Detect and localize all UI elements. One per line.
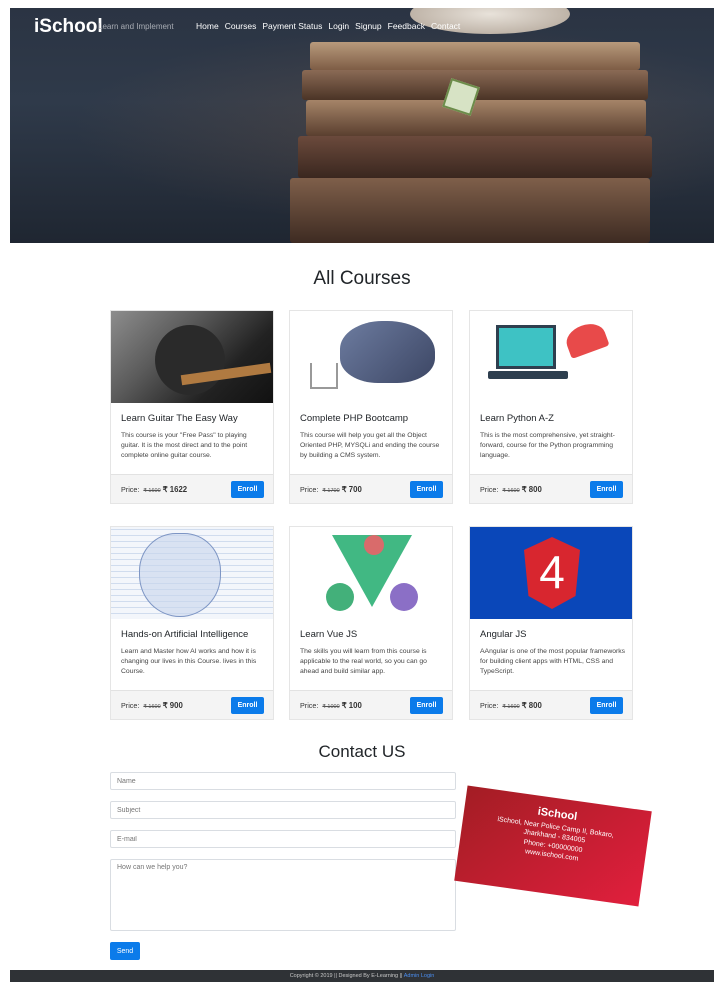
new-price: ₹ 800 xyxy=(521,701,542,710)
enroll-button[interactable]: Enroll xyxy=(590,481,623,498)
course-title[interactable]: Hands-on Artificial Intelligence xyxy=(121,629,248,640)
angular-version-number: 4 xyxy=(539,546,565,598)
nav-feedback[interactable]: Feedback xyxy=(388,21,425,31)
course-image-python[interactable] xyxy=(470,311,632,403)
course-title[interactable]: Complete PHP Bootcamp xyxy=(300,413,408,424)
old-price: ₹ 1600 xyxy=(502,488,520,494)
course-card[interactable]: Complete PHP Bootcamp This course will h… xyxy=(289,310,453,504)
course-image-ai[interactable] xyxy=(111,527,273,619)
send-button[interactable]: Send xyxy=(110,942,140,960)
old-price: ₹ 1600 xyxy=(143,704,161,710)
nav-login[interactable]: Login xyxy=(328,21,349,31)
main-nav: Home Courses Payment Status Login Signup… xyxy=(196,21,460,31)
new-price: ₹ 900 xyxy=(162,701,183,710)
price-label: Price: xyxy=(300,485,319,494)
brand-tagline: Learn and Implement xyxy=(98,22,174,31)
course-title[interactable]: Learn Vue JS xyxy=(300,629,357,640)
nav-payment-status[interactable]: Payment Status xyxy=(262,21,322,31)
enroll-button[interactable]: Enroll xyxy=(410,697,443,714)
vue-dot-shape xyxy=(364,535,384,555)
course-title[interactable]: Angular JS xyxy=(480,629,526,640)
course-description: This course is your "Free Pass" to playi… xyxy=(121,432,248,459)
course-footer: Price: ₹ 1700 ₹ 700 Enroll xyxy=(290,474,452,503)
course-image-guitar[interactable] xyxy=(111,311,273,403)
lamp-shape xyxy=(562,319,610,359)
course-description: This course will help you get all the Ob… xyxy=(300,432,440,459)
old-price: ₹ 1600 xyxy=(502,704,520,710)
name-input[interactable] xyxy=(110,772,456,790)
php-elephant-shape xyxy=(340,321,435,383)
hero-book xyxy=(290,178,650,243)
course-description: This is the most comprehensive, yet stra… xyxy=(480,432,615,459)
enroll-button[interactable]: Enroll xyxy=(590,697,623,714)
hero-book xyxy=(306,100,646,136)
course-description: The skills you will learn from this cour… xyxy=(300,648,427,675)
course-card[interactable]: Learn Python A-Z This is the most compre… xyxy=(469,310,633,504)
admin-login-link[interactable]: Admin Login xyxy=(404,973,435,979)
nav-home[interactable]: Home xyxy=(196,21,219,31)
course-card[interactable]: Hands-on Artificial Intelligence Learn a… xyxy=(110,526,274,720)
course-price: Price: ₹ 1700 ₹ 700 xyxy=(300,485,362,494)
price-label: Price: xyxy=(480,485,499,494)
hero-book xyxy=(310,42,640,70)
new-price: ₹ 800 xyxy=(521,485,542,494)
nav-courses[interactable]: Courses xyxy=(225,21,257,31)
enroll-button[interactable]: Enroll xyxy=(231,481,264,498)
course-price: Price: ₹ 1600 ₹ 800 xyxy=(480,701,542,710)
price-label: Price: xyxy=(480,701,499,710)
nav-signup[interactable]: Signup xyxy=(355,21,381,31)
course-card[interactable]: Learn Guitar The Easy Way This course is… xyxy=(110,310,274,504)
course-footer: Price: ₹ 1600 ₹ 1622 Enroll xyxy=(111,474,273,503)
price-label: Price: xyxy=(121,701,140,710)
course-title[interactable]: Learn Python A-Z xyxy=(480,413,554,424)
enroll-button[interactable]: Enroll xyxy=(231,697,264,714)
course-price: Price: ₹ 1600 ₹ 800 xyxy=(480,485,542,494)
laptop-shape xyxy=(496,325,556,369)
footer-copyright: Copyright © 2019 || Designed By E-Learni… xyxy=(289,973,403,979)
contact-heading: Contact US xyxy=(318,742,406,761)
course-description: AAngular is one of the most popular fram… xyxy=(480,648,626,675)
course-price: Price: ₹ 1000 ₹ 100 xyxy=(300,701,362,710)
guitar-body-shape xyxy=(155,325,225,395)
course-image-vue[interactable] xyxy=(290,527,452,619)
course-price: Price: ₹ 1600 ₹ 900 xyxy=(121,701,183,710)
enroll-button[interactable]: Enroll xyxy=(410,481,443,498)
course-title[interactable]: Learn Guitar The Easy Way xyxy=(121,413,238,424)
brand-logo[interactable]: iSchool xyxy=(34,16,103,38)
ai-face-shape xyxy=(139,533,221,617)
hero-book xyxy=(298,136,652,178)
course-price: Price: ₹ 1600 ₹ 1622 xyxy=(121,485,187,494)
old-price: ₹ 1700 xyxy=(322,488,340,494)
laptop-base-shape xyxy=(488,371,568,379)
course-card[interactable]: Learn Vue JS The skills you will learn f… xyxy=(289,526,453,720)
vue-dot-shape xyxy=(390,583,418,611)
email-input[interactable] xyxy=(110,830,456,848)
course-footer: Price: ₹ 1600 ₹ 900 Enroll xyxy=(111,690,273,719)
old-price: ₹ 1000 xyxy=(322,704,340,710)
course-image-php[interactable] xyxy=(290,311,452,403)
business-card: iSchool iSchool, Near Police Camp II, Bo… xyxy=(454,785,652,907)
new-price: ₹ 700 xyxy=(341,485,362,494)
price-label: Price: xyxy=(121,485,140,494)
course-description: Learn and Master how AI works and how it… xyxy=(121,648,257,675)
new-price: ₹ 1622 xyxy=(162,485,188,494)
courses-heading: All Courses xyxy=(313,268,411,289)
price-label: Price: xyxy=(300,701,319,710)
new-price: ₹ 100 xyxy=(341,701,362,710)
message-textarea[interactable] xyxy=(110,859,456,931)
php-cart-shape xyxy=(310,363,338,389)
subject-input[interactable] xyxy=(110,801,456,819)
course-footer: Price: ₹ 1600 ₹ 800 Enroll xyxy=(470,690,632,719)
course-footer: Price: ₹ 1600 ₹ 800 Enroll xyxy=(470,474,632,503)
course-image-angular[interactable]: 4 xyxy=(470,527,632,619)
old-price: ₹ 1600 xyxy=(143,488,161,494)
nav-contact[interactable]: Contact xyxy=(431,21,460,31)
footer: Copyright © 2019 || Designed By E-Learni… xyxy=(10,970,714,982)
course-card[interactable]: 4 Angular JS AAngular is one of the most… xyxy=(469,526,633,720)
course-footer: Price: ₹ 1000 ₹ 100 Enroll xyxy=(290,690,452,719)
vue-dot-shape xyxy=(326,583,354,611)
hero-banner: iSchool Learn and Implement Home Courses… xyxy=(10,8,714,243)
